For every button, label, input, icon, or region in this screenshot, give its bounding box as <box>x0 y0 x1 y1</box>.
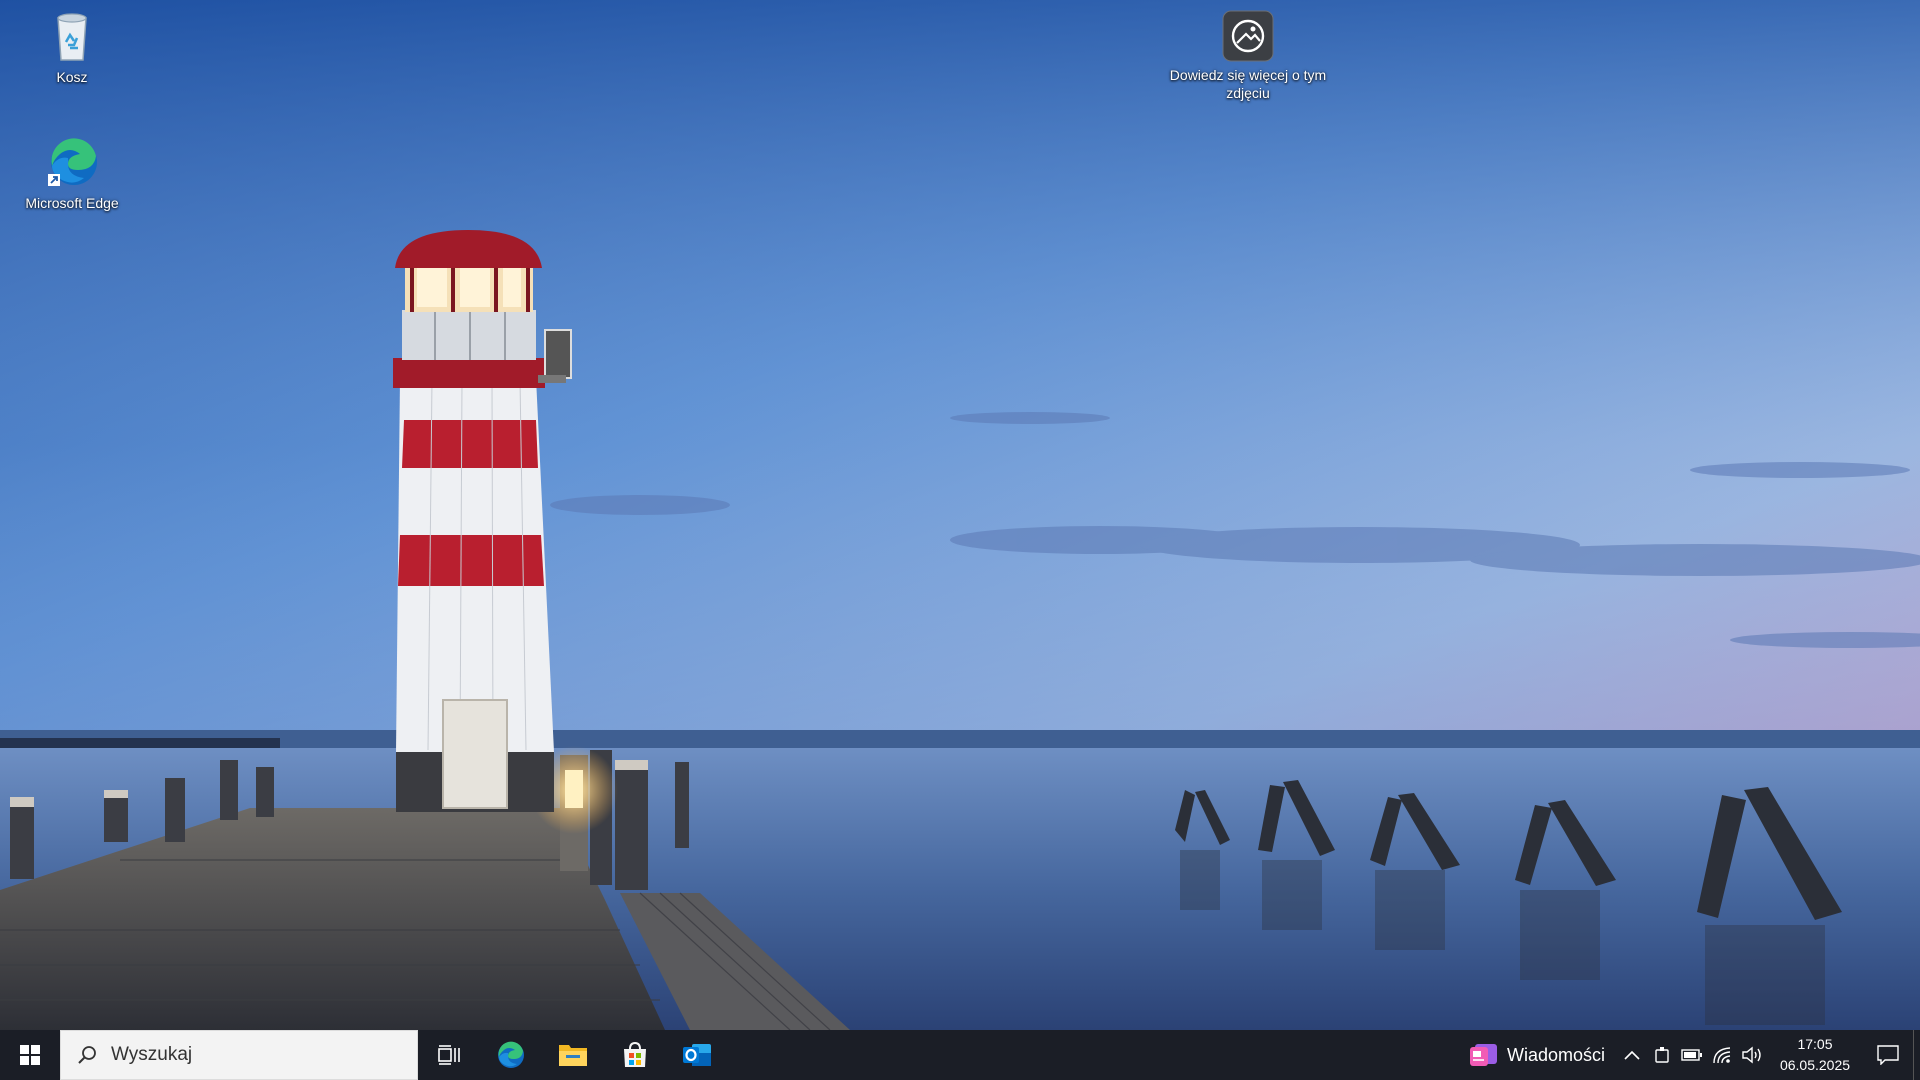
task-view-icon <box>438 1045 460 1065</box>
search-icon <box>78 1046 96 1064</box>
windows-logo-icon <box>20 1045 40 1065</box>
desktop-icon-learn-about-picture[interactable]: Dowiedz się więcej o tym zdjęciu <box>1148 10 1348 102</box>
recycle-bin-icon <box>57 13 87 61</box>
edge-icon <box>48 138 97 186</box>
outlook-icon <box>683 1044 711 1066</box>
taskbar: Wyszukaj Wiadomości 17:05 06.05.2025 <box>0 1030 1920 1080</box>
show-desktop-button[interactable] <box>1913 1030 1920 1080</box>
edge-icon <box>498 1041 524 1068</box>
clock[interactable]: 17:05 06.05.2025 <box>1767 1034 1863 1076</box>
task-view-button[interactable] <box>418 1030 480 1080</box>
search-placeholder: Wyszukaj <box>111 1044 193 1065</box>
wallpaper <box>0 0 1920 1030</box>
file-explorer-button[interactable] <box>542 1030 604 1080</box>
show-hidden-icons-button[interactable] <box>1617 1030 1647 1080</box>
taskbar-edge-button[interactable] <box>480 1030 542 1080</box>
desktop-icon-label: Microsoft Edge <box>25 195 119 211</box>
wifi-icon <box>1713 1047 1731 1064</box>
meet-now-icon <box>1655 1047 1669 1063</box>
network-button[interactable] <box>1707 1030 1737 1080</box>
start-button[interactable] <box>0 1030 60 1080</box>
learn-about-picture-icon <box>1222 10 1274 62</box>
system-tray: 17:05 06.05.2025 <box>1617 1030 1920 1080</box>
battery-icon <box>1681 1049 1702 1061</box>
volume-button[interactable] <box>1737 1030 1767 1080</box>
desktop-icon-label: Kosz <box>56 69 88 85</box>
news-label: Wiadomości <box>1506 1044 1605 1065</box>
battery-button[interactable] <box>1677 1030 1707 1080</box>
notification-icon <box>1877 1045 1899 1065</box>
search-box[interactable]: Wyszukaj <box>60 1030 418 1080</box>
microsoft-store-button[interactable] <box>604 1030 666 1080</box>
desktop[interactable]: Kosz Microsoft Edge Dowiedz się więcej o… <box>0 0 1920 1030</box>
meet-now-button[interactable] <box>1647 1030 1677 1080</box>
microsoft-store-icon <box>624 1041 646 1067</box>
outlook-button[interactable] <box>666 1030 728 1080</box>
news-widget-button[interactable]: Wiadomości <box>1461 1030 1617 1080</box>
chevron-up-icon <box>1624 1050 1640 1060</box>
notification-center-button[interactable] <box>1863 1030 1913 1080</box>
clock-date: 06.05.2025 <box>1779 1057 1851 1073</box>
file-explorer-icon <box>559 1045 587 1066</box>
desktop-icon-recycle-bin[interactable]: Kosz <box>12 8 132 86</box>
desktop-icon-label: Dowiedz się więcej o tym zdjęciu <box>1169 67 1327 101</box>
news-icon <box>1469 1044 1497 1066</box>
volume-icon <box>1742 1046 1761 1064</box>
desktop-icon-microsoft-edge[interactable]: Microsoft Edge <box>12 134 132 212</box>
clock-time: 17:05 <box>1797 1036 1833 1052</box>
